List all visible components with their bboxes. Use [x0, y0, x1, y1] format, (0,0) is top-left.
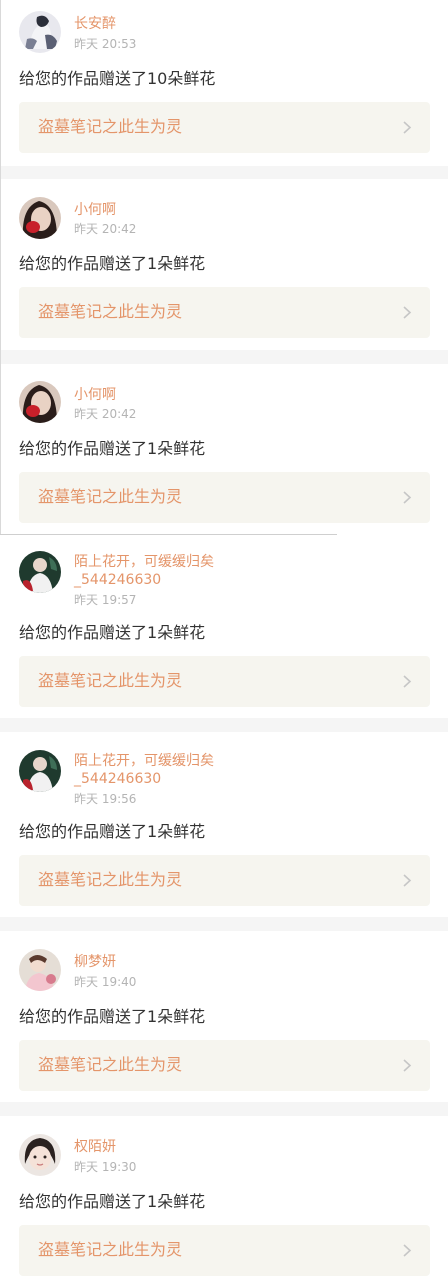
- work-link[interactable]: 盗墓笔记之此生为灵: [19, 287, 430, 338]
- gift-message: 给您的作品赠送了1朵鲜花: [19, 1192, 206, 1211]
- user-avatar[interactable]: [19, 197, 61, 239]
- username[interactable]: 小何啊: [74, 386, 116, 404]
- notification-card: 小何啊 昨天 20:42 给您的作品赠送了1朵鲜花 盗墓笔记之此生为灵: [0, 179, 448, 350]
- gift-message: 给您的作品赠送了1朵鲜花: [19, 439, 206, 458]
- username[interactable]: 柳梦妍: [74, 953, 116, 971]
- work-link[interactable]: 盗墓笔记之此生为灵: [19, 1040, 430, 1091]
- work-title: 盗墓笔记之此生为灵: [38, 487, 183, 506]
- chevron-right-icon: [403, 874, 412, 887]
- work-title: 盗墓笔记之此生为灵: [38, 870, 183, 889]
- work-title: 盗墓笔记之此生为灵: [38, 671, 183, 690]
- username[interactable]: 小何啊: [74, 201, 116, 219]
- username[interactable]: 权陌妍: [74, 1138, 116, 1156]
- divider: [0, 534, 337, 535]
- work-link[interactable]: 盗墓笔记之此生为灵: [19, 472, 430, 523]
- chevron-right-icon: [403, 491, 412, 504]
- notification-card: 柳梦妍 昨天 19:40 给您的作品赠送了1朵鲜花 盗墓笔记之此生为灵: [0, 931, 448, 1102]
- user-avatar[interactable]: [19, 551, 61, 593]
- username-suffix[interactable]: _544246630: [74, 571, 161, 589]
- notification-card: 权陌妍 昨天 19:30 给您的作品赠送了1朵鲜花 盗墓笔记之此生为灵: [0, 1116, 448, 1280]
- work-title: 盗墓笔记之此生为灵: [38, 1055, 183, 1074]
- timestamp: 昨天 19:57: [74, 593, 137, 607]
- notification-feed: 长安醉 昨天 20:53 给您的作品赠送了10朵鲜花 盗墓笔记之此生为灵 小何啊…: [0, 0, 448, 1280]
- work-title: 盗墓笔记之此生为灵: [38, 302, 183, 321]
- gift-message: 给您的作品赠送了1朵鲜花: [19, 1007, 206, 1026]
- username[interactable]: 陌上花开，可缓缓归矣: [74, 752, 214, 770]
- username-suffix[interactable]: _544246630: [74, 770, 161, 788]
- chevron-right-icon: [403, 1244, 412, 1257]
- gift-message: 给您的作品赠送了1朵鲜花: [19, 623, 206, 642]
- chevron-right-icon: [403, 121, 412, 134]
- username[interactable]: 陌上花开，可缓缓归矣: [74, 553, 214, 571]
- user-avatar[interactable]: [19, 381, 61, 423]
- timestamp: 昨天 19:30: [74, 1160, 137, 1174]
- username[interactable]: 长安醉: [74, 15, 116, 33]
- timestamp: 昨天 20:42: [74, 222, 137, 236]
- notification-card: 陌上花开，可缓缓归矣 _544246630 昨天 19:56 给您的作品赠送了1…: [0, 732, 448, 917]
- user-avatar[interactable]: [19, 11, 61, 53]
- notification-card: 陌上花开，可缓缓归矣 _544246630 昨天 19:57 给您的作品赠送了1…: [0, 534, 448, 718]
- gift-message: 给您的作品赠送了1朵鲜花: [19, 822, 206, 841]
- work-title: 盗墓笔记之此生为灵: [38, 1240, 183, 1259]
- chevron-right-icon: [403, 1059, 412, 1072]
- user-avatar[interactable]: [19, 949, 61, 991]
- notification-card: 小何啊 昨天 20:42 给您的作品赠送了1朵鲜花 盗墓笔记之此生为灵: [0, 364, 448, 534]
- work-title: 盗墓笔记之此生为灵: [38, 117, 183, 136]
- notification-card: 长安醉 昨天 20:53 给您的作品赠送了10朵鲜花 盗墓笔记之此生为灵: [0, 0, 448, 166]
- left-border: [0, 0, 1, 534]
- timestamp: 昨天 20:42: [74, 407, 137, 421]
- timestamp: 昨天 19:56: [74, 792, 137, 806]
- timestamp: 昨天 20:53: [74, 37, 137, 51]
- chevron-right-icon: [403, 675, 412, 688]
- chevron-right-icon: [403, 306, 412, 319]
- user-avatar[interactable]: [19, 750, 61, 792]
- gift-message: 给您的作品赠送了10朵鲜花: [19, 69, 216, 88]
- work-link[interactable]: 盗墓笔记之此生为灵: [19, 1225, 430, 1276]
- work-link[interactable]: 盗墓笔记之此生为灵: [19, 656, 430, 707]
- user-avatar[interactable]: [19, 1134, 61, 1176]
- gift-message: 给您的作品赠送了1朵鲜花: [19, 254, 206, 273]
- work-link[interactable]: 盗墓笔记之此生为灵: [19, 102, 430, 153]
- timestamp: 昨天 19:40: [74, 975, 137, 989]
- work-link[interactable]: 盗墓笔记之此生为灵: [19, 855, 430, 906]
